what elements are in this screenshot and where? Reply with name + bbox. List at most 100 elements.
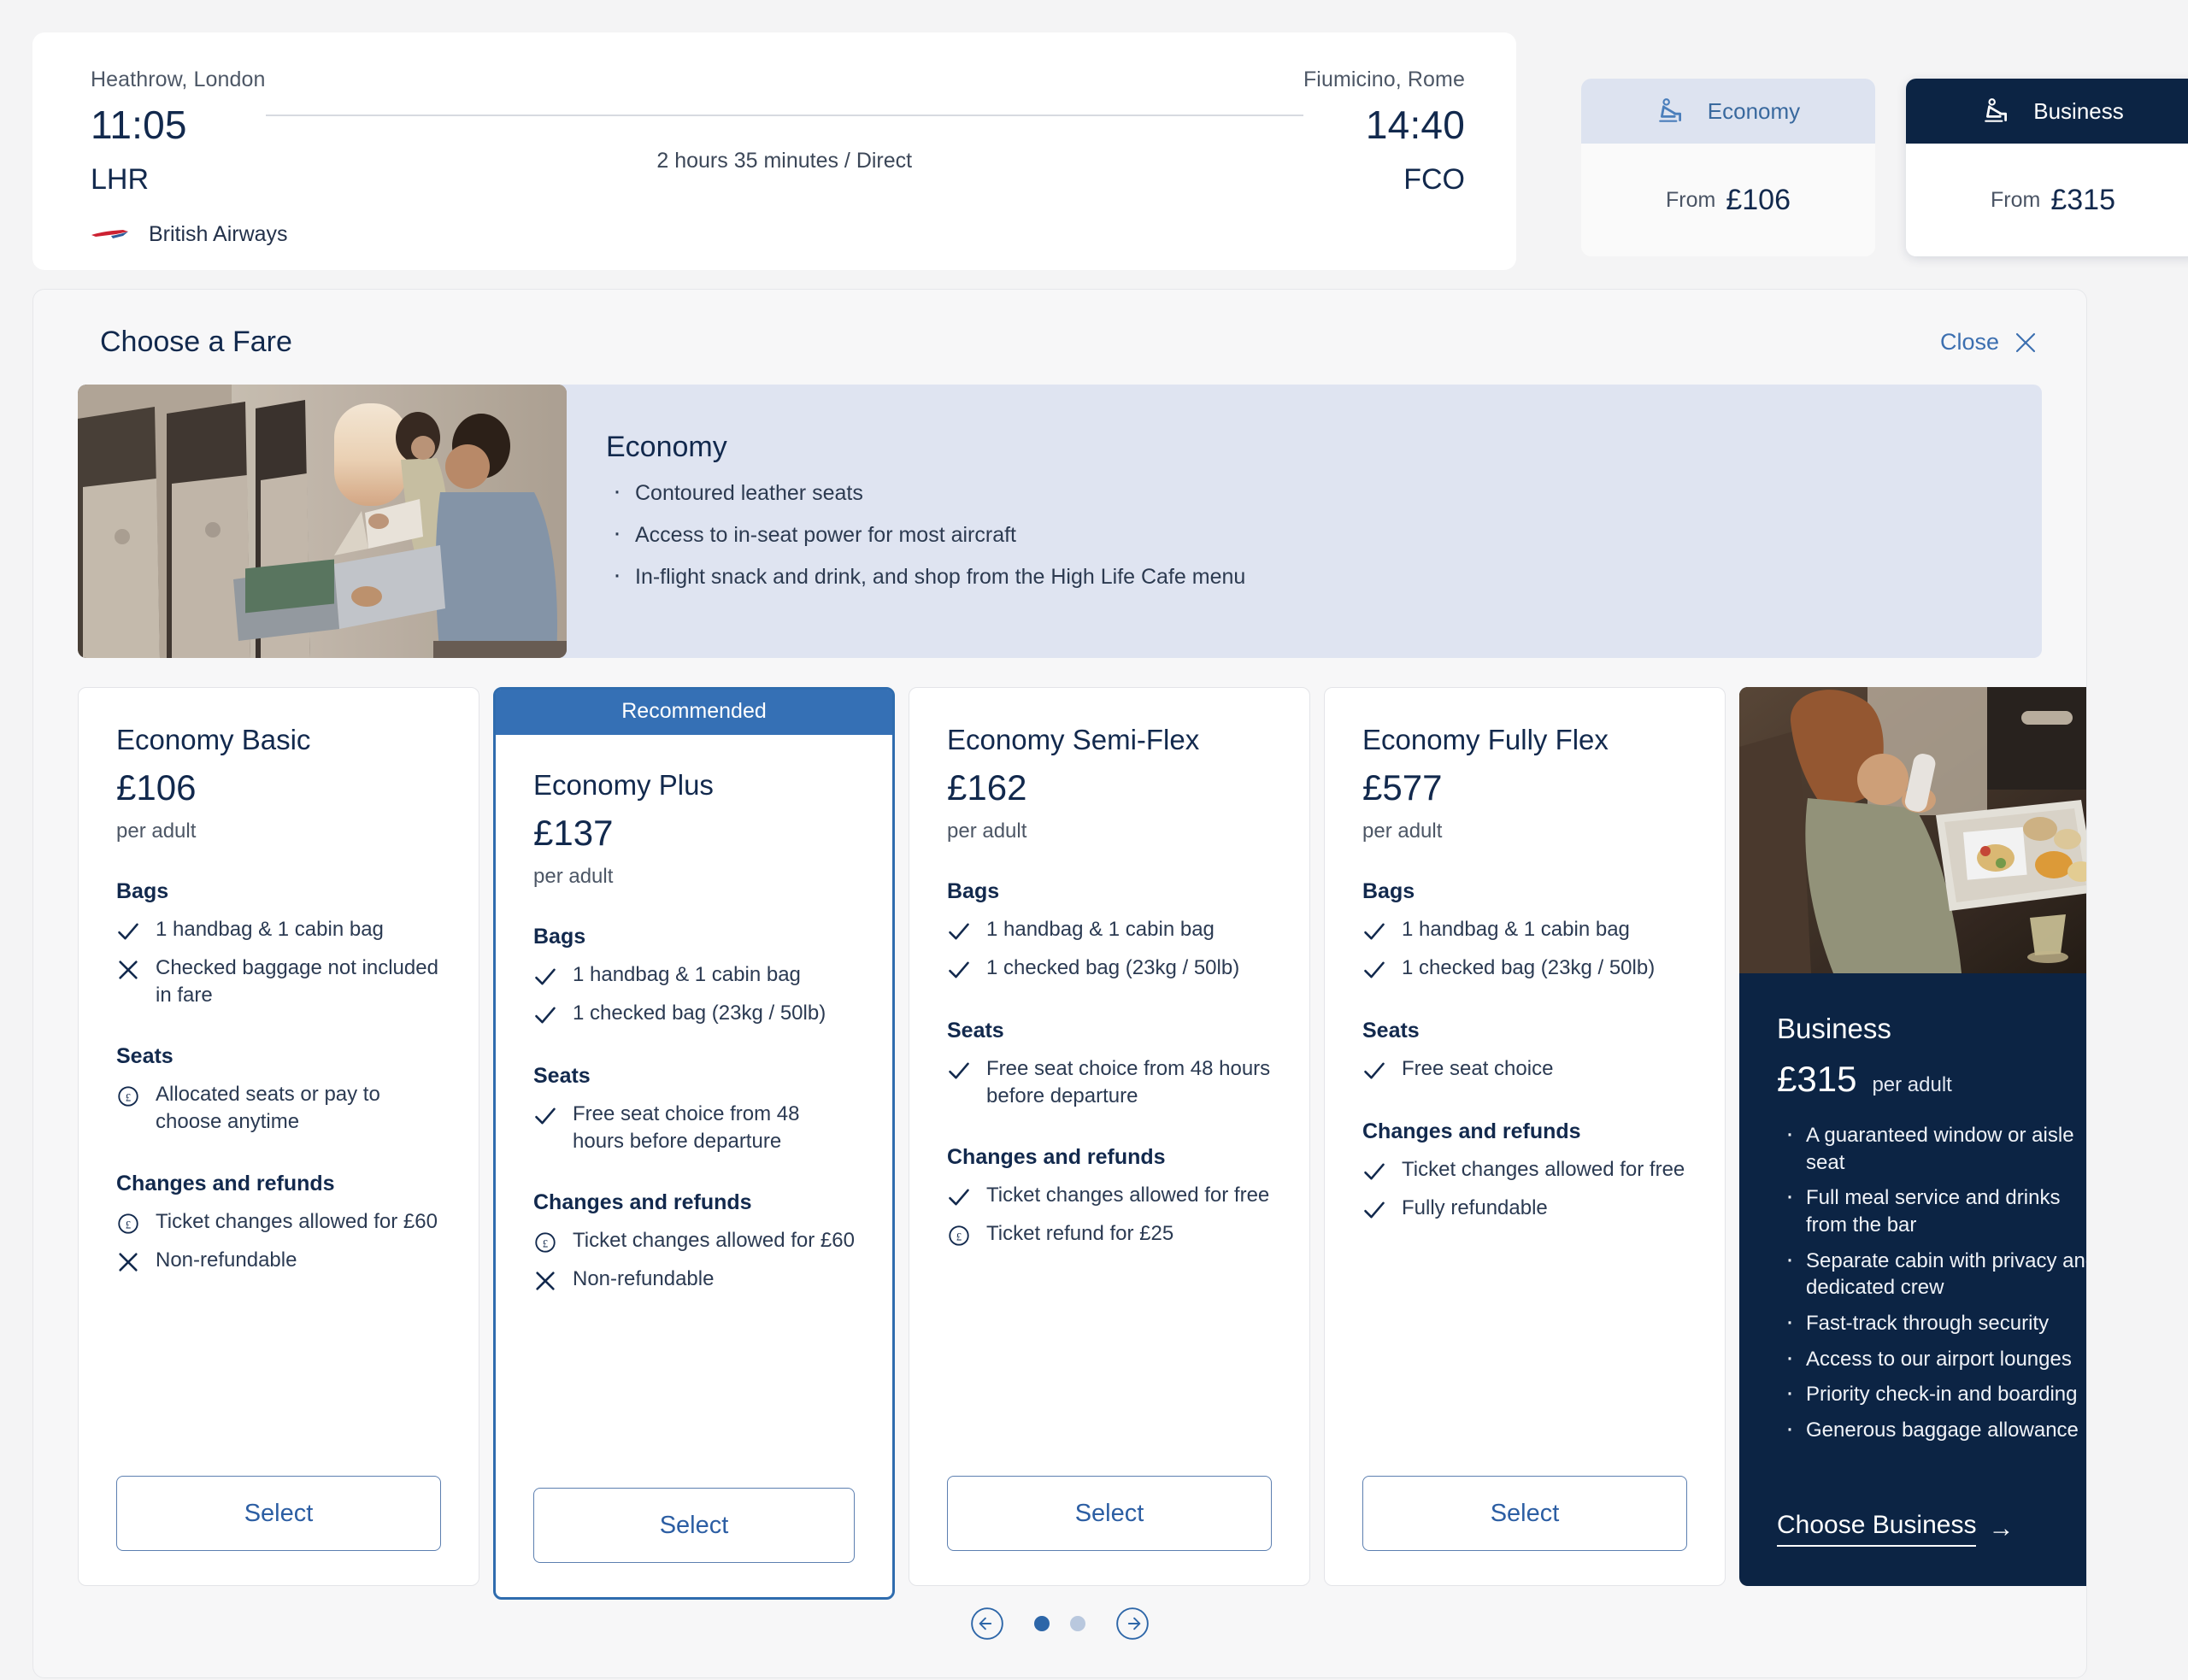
select-wrap: Select <box>947 1436 1272 1585</box>
select-button-economy-fully-flex[interactable]: Select <box>1362 1476 1687 1551</box>
recommended-badge: Recommended <box>496 690 892 735</box>
feature-item: 1 handbag & 1 cabin bag <box>947 916 1272 944</box>
select-button-economy-semi-flex[interactable]: Select <box>947 1476 1272 1551</box>
fare-name: Economy Basic <box>116 724 311 755</box>
fare-card-economy-basic[interactable]: Economy Basic £106 per adult Bags 1 hand… <box>78 687 479 1586</box>
feature-text: Allocated seats or pay to choose anytime <box>156 1083 380 1134</box>
economy-from-price: £106 <box>1726 183 1791 216</box>
business-benefits-list: A guaranteed window or aisle seat Full m… <box>1777 1117 2086 1453</box>
svg-text:£: £ <box>126 1092 132 1104</box>
feature-text: Ticket changes allowed for free <box>986 1184 1270 1207</box>
feature-text: Non-refundable <box>156 1248 297 1272</box>
carousel-dot-1[interactable] <box>1034 1616 1050 1631</box>
business-meal-photo-art <box>1739 687 2086 973</box>
hero-bullet: Access to in-seat power for most aircraf… <box>606 520 1245 546</box>
feature-list-seats: Free seat choice <box>1362 1055 1687 1084</box>
section-title-changes: Changes and refunds <box>947 1145 1166 1170</box>
fare-per-adult: per adult <box>1362 819 1443 843</box>
check-icon <box>949 1190 969 1206</box>
check-icon <box>535 1107 556 1125</box>
check-icon <box>1364 923 1385 940</box>
arrow-right-circle-icon[interactable] <box>1115 1606 1150 1642</box>
select-button-economy-basic[interactable]: Select <box>116 1476 441 1551</box>
economy-cabin-photo-art <box>78 385 567 658</box>
fare-card-economy-fully-flex[interactable]: Economy Fully Flex £577 per adult Bags 1… <box>1324 687 1726 1586</box>
fare-per-adult: per adult <box>116 819 197 843</box>
fare-card-body: Economy Plus £137 per adult Bags 1 handb… <box>533 735 855 1304</box>
pound-circle-icon: £ <box>118 1213 138 1234</box>
fare-card-economy-plus[interactable]: Recommended Economy Plus £137 per adult … <box>493 687 895 1600</box>
feature-item: Ticket changes allowed for free <box>1362 1156 1687 1184</box>
economy-cabin-photo <box>78 385 567 658</box>
hero-bullet: Contoured leather seats <box>606 479 1245 504</box>
feature-text: 1 checked bag (23kg / 50lb) <box>573 1002 826 1025</box>
business-benefit: A guaranteed window or aisle seat <box>1777 1117 2086 1176</box>
cabin-tab-economy[interactable]: Economy From £106 <box>1581 79 1875 256</box>
check-icon <box>535 968 556 985</box>
fare-name: Economy Semi-Flex <box>947 724 1200 755</box>
feature-list-bags: 1 handbag & 1 cabin bag Checked baggage … <box>116 916 441 1008</box>
close-button[interactable]: Close <box>1940 329 2038 355</box>
business-promo-card[interactable]: Business £315 per adult A guaranteed win… <box>1739 687 2086 1586</box>
section-title-bags: Bags <box>533 925 586 949</box>
origin-code: LHR <box>91 162 150 196</box>
business-promo-body: Business £315 per adult A guaranteed win… <box>1739 973 2086 1586</box>
arrow-left-circle-icon[interactable] <box>969 1606 1005 1642</box>
svg-text:£: £ <box>956 1231 962 1243</box>
origin-time: 11:05 <box>91 103 187 147</box>
fare-card-economy-semi-flex[interactable]: Economy Semi-Flex £162 per adult Bags 1 … <box>909 687 1310 1586</box>
carousel-pager <box>33 1606 2086 1642</box>
business-benefit: Generous baggage allowance <box>1777 1412 2086 1445</box>
business-benefit: Separate cabin with privacy and dedicate… <box>1777 1242 2086 1301</box>
feature-text: Free seat choice from 48 hours before de… <box>986 1057 1271 1107</box>
route-line <box>265 115 1303 116</box>
feature-list-seats: £ Allocated seats or pay to choose anyti… <box>116 1081 441 1135</box>
business-benefit: Fast-track through security <box>1777 1305 2086 1338</box>
destination-block: Fiumicino, Rome 14:40 FCO <box>1303 67 1465 197</box>
choose-business-link[interactable]: Choose Business → <box>1777 1482 2086 1586</box>
fare-price: £162 <box>947 767 1027 808</box>
fare-per-adult: per adult <box>533 865 614 889</box>
feature-list-changes: Ticket changes allowed for free Fully re… <box>1362 1156 1687 1223</box>
feature-item: Free seat choice from 48 hours before de… <box>947 1055 1272 1109</box>
section-title-bags: Bags <box>116 879 169 904</box>
feature-item: £ Allocated seats or pay to choose anyti… <box>116 1081 441 1135</box>
fare-panel-header: Choose a Fare Close <box>78 326 2042 359</box>
section-title-bags: Bags <box>947 879 1000 904</box>
feature-list-changes: Ticket changes allowed for free £ Ticket… <box>947 1182 1272 1248</box>
svg-text:£: £ <box>543 1238 549 1250</box>
pound-circle-icon: £ <box>535 1232 556 1254</box>
airline-row: British Airways <box>91 222 1465 247</box>
feature-item: Non-refundable <box>116 1247 441 1275</box>
fare-name: Economy Fully Flex <box>1362 724 1609 755</box>
feature-list-changes: £ Ticket changes allowed for £60 Non-ref… <box>533 1227 855 1294</box>
feature-list-seats: Free seat choice from 48 hours before de… <box>947 1055 1272 1109</box>
feature-list-bags: 1 handbag & 1 cabin bag 1 checked bag (2… <box>533 961 855 1028</box>
check-icon <box>949 923 969 940</box>
hero-bullets: Contoured leather seats Access to in-sea… <box>606 479 1245 588</box>
check-icon <box>118 923 138 940</box>
close-x-icon <box>2015 332 2036 352</box>
route-middle: 2 hours 35 minutes / Direct <box>265 67 1303 173</box>
feature-text: Ticket changes allowed for free <box>1402 1158 1685 1182</box>
check-icon <box>949 961 969 978</box>
feature-item: £ Ticket changes allowed for £60 <box>533 1227 855 1255</box>
business-price: £315 <box>1777 1059 1857 1099</box>
section-title-bags: Bags <box>1362 879 1415 904</box>
section-title-seats: Seats <box>116 1044 174 1069</box>
cabin-tab-business[interactable]: Business From £315 <box>1906 79 2188 256</box>
check-icon <box>1364 1201 1385 1219</box>
feature-item: 1 checked bag (23kg / 50lb) <box>533 1000 855 1028</box>
cabin-tab-economy-label: Economy <box>1707 97 1801 124</box>
destination-time: 14:40 <box>1365 103 1465 147</box>
fare-card-body: Economy Fully Flex £577 per adult Bags 1… <box>1362 724 1687 1233</box>
select-wrap: Select <box>116 1436 441 1585</box>
section-title-changes: Changes and refunds <box>1362 1119 1581 1144</box>
carousel-dot-2[interactable] <box>1070 1616 1085 1631</box>
check-icon <box>535 1007 556 1024</box>
fare-per-adult: per adult <box>947 819 1027 843</box>
select-button-economy-plus[interactable]: Select <box>533 1488 855 1563</box>
section-title-seats: Seats <box>533 1064 591 1089</box>
feature-item: Checked baggage not included in fare <box>116 955 441 1008</box>
feature-item: 1 handbag & 1 cabin bag <box>533 961 855 990</box>
